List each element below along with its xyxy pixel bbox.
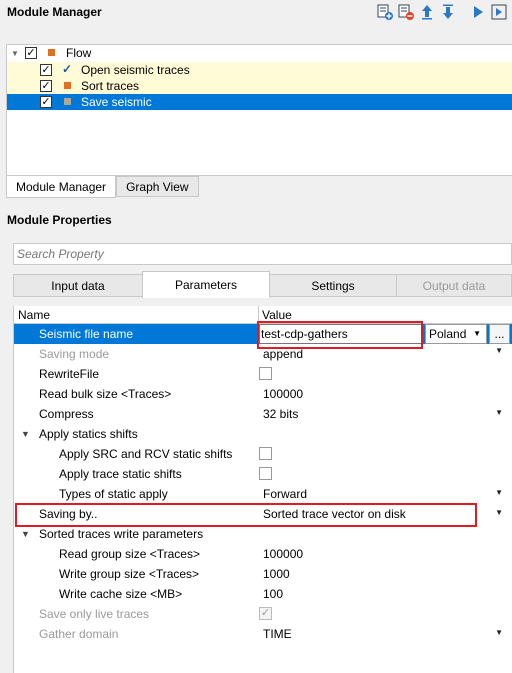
row-read-group-size[interactable]: Read group size <Traces> 100000 <box>14 544 512 564</box>
column-value-header: Value <box>262 308 292 322</box>
run-to-module-icon[interactable] <box>490 3 508 21</box>
tab-input-data[interactable]: Input data <box>13 274 143 297</box>
dropdown-arrow-icon: ▼ <box>495 628 503 637</box>
tree-item-open-seismic[interactable]: ✓ ✓ Open seismic traces <box>7 62 512 78</box>
row-compress[interactable]: Compress 32 bits ▼ <box>14 404 512 424</box>
property-name: Apply SRC and RCV static shifts <box>59 447 233 461</box>
row-save-only-live: Save only live traces ✓ <box>14 604 512 624</box>
property-name: Seismic file name <box>39 327 134 341</box>
module-square-icon <box>64 82 71 89</box>
property-name: Write cache size <MB> <box>59 587 183 601</box>
property-value: TIME <box>263 627 292 641</box>
module-manager-title: Module Manager <box>7 5 102 19</box>
apply-trace-static-checkbox[interactable] <box>259 467 272 480</box>
region-value: Poland <box>429 327 467 341</box>
property-name: RewriteFile <box>39 367 100 381</box>
module-manager-tabs: Module Manager Graph View <box>6 176 199 198</box>
row-read-bulk-size[interactable]: Read bulk size <Traces> 100000 <box>14 384 512 404</box>
dropdown-arrow-icon[interactable]: ▼ <box>495 408 503 417</box>
browse-button[interactable]: ... <box>489 324 510 344</box>
row-write-group-size[interactable]: Write group size <Traces> 1000 <box>14 564 512 584</box>
property-group-name: Apply statics shifts <box>39 427 138 441</box>
module-tree: ▼ ✓ Flow ✓ ✓ Open seismic traces ✓ Sort … <box>6 44 512 176</box>
property-name: Apply trace static shifts <box>59 467 182 481</box>
property-value[interactable]: Forward <box>263 487 307 501</box>
flow-square-icon <box>48 49 55 56</box>
open-seismic-checkbox[interactable]: ✓ <box>40 64 52 76</box>
module-properties-title: Module Properties <box>7 213 112 227</box>
tree-label: Sort traces <box>81 79 140 93</box>
collapse-arrow-icon[interactable]: ▼ <box>11 49 19 58</box>
tree-item-flow[interactable]: ▼ ✓ Flow <box>7 45 512 61</box>
property-value[interactable]: 1000 <box>263 567 290 581</box>
move-up-icon[interactable] <box>418 3 436 21</box>
tab-module-manager[interactable]: Module Manager <box>6 176 117 198</box>
search-property-input[interactable]: Search Property <box>13 243 512 265</box>
highlight-saving-by <box>15 503 477 527</box>
remove-module-icon[interactable] <box>397 3 415 21</box>
property-value[interactable]: 100000 <box>263 387 303 401</box>
row-apply-statics[interactable]: ▼ Apply statics shifts <box>14 424 512 444</box>
sort-traces-checkbox[interactable]: ✓ <box>40 80 52 92</box>
flow-checkbox[interactable]: ✓ <box>25 47 37 59</box>
highlight-file-name <box>257 321 423 349</box>
apply-src-rcv-checkbox[interactable] <box>259 447 272 460</box>
rewrite-file-checkbox[interactable] <box>259 367 272 380</box>
expand-arrow-icon[interactable]: ▼ <box>21 529 30 539</box>
dropdown-caret-icon: ▼ <box>473 329 481 338</box>
row-write-cache-size[interactable]: Write cache size <MB> 100 <box>14 584 512 604</box>
row-rewrite-file[interactable]: RewriteFile <box>14 364 512 384</box>
property-name: Save only live traces <box>39 607 150 621</box>
property-value[interactable]: 32 bits <box>263 407 298 421</box>
property-name: Read bulk size <Traces> <box>39 387 172 401</box>
tab-parameters[interactable]: Parameters <box>142 271 270 298</box>
property-name: Write group size <Traces> <box>59 567 200 581</box>
property-name: Read group size <Traces> <box>59 547 200 561</box>
property-value[interactable]: 100 <box>263 587 283 601</box>
save-seismic-checkbox[interactable]: ✓ <box>40 96 52 108</box>
row-apply-src-rcv[interactable]: Apply SRC and RCV static shifts <box>14 444 512 464</box>
tree-item-sort-traces[interactable]: ✓ Sort traces <box>7 78 512 94</box>
property-value[interactable]: 100000 <box>263 547 303 561</box>
property-tabs: Input data Parameters Settings Output da… <box>13 271 512 298</box>
property-group-name: Sorted traces write parameters <box>39 527 204 541</box>
module-square-icon <box>64 98 71 105</box>
property-name: Saving mode <box>39 347 110 361</box>
expand-arrow-icon[interactable]: ▼ <box>21 429 30 439</box>
status-check-icon: ✓ <box>62 62 73 76</box>
row-sorted-params[interactable]: ▼ Sorted traces write parameters <box>14 524 512 544</box>
tree-label: Open seismic traces <box>81 63 190 77</box>
column-name-header: Name <box>18 308 51 322</box>
tab-graph-view[interactable]: Graph View <box>116 176 199 197</box>
dropdown-arrow-icon[interactable]: ▼ <box>495 508 503 517</box>
tree-item-save-seismic[interactable]: ✓ Save seismic <box>7 94 512 110</box>
tree-label-flow: Flow <box>66 46 92 60</box>
property-value: append <box>263 347 304 361</box>
tab-output-data: Output data <box>396 274 512 297</box>
run-icon[interactable] <box>469 3 487 21</box>
property-grid: Name Value Seismic file name test-cdp-ga… <box>13 306 512 673</box>
tree-label: Save seismic <box>81 95 152 109</box>
row-types-static[interactable]: Types of static apply Forward ▼ <box>14 484 512 504</box>
property-name: Types of static apply <box>59 487 168 501</box>
row-apply-trace-static[interactable]: Apply trace static shifts <box>14 464 512 484</box>
tab-settings[interactable]: Settings <box>269 274 397 297</box>
add-module-icon[interactable] <box>376 3 394 21</box>
dropdown-arrow-icon: ▼ <box>495 346 503 355</box>
dropdown-arrow-icon[interactable]: ▼ <box>495 488 503 497</box>
row-gather-domain: Gather domain TIME ▼ <box>14 624 512 644</box>
property-name: Gather domain <box>39 627 119 641</box>
property-name: Compress <box>39 407 94 421</box>
region-select[interactable]: Poland ▼ <box>425 324 487 344</box>
save-only-live-checkbox: ✓ <box>259 607 272 620</box>
module-toolbar <box>376 3 508 21</box>
move-down-icon[interactable] <box>439 3 457 21</box>
